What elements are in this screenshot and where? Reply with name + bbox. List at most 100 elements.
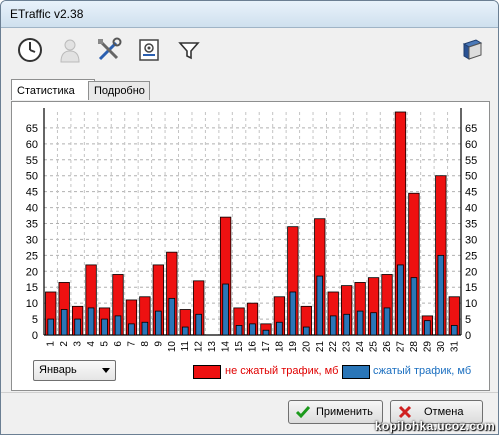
y-tick-label-right: 35 [465,219,477,231]
y-tick-label-right: 45 [465,187,477,199]
x-tick-label: 4 [86,341,97,347]
tools-icon[interactable] [95,36,123,64]
title-bar[interactable]: ETraffic v2.38 [1,1,498,28]
watermark: kopilohka.ucoz.com [374,419,495,433]
y-tick-label-left: 50 [26,171,38,183]
statistics-panel: 0 0 5 5 10 10 15 15 20 20 25 25 30 30 35 35 40 40 45 45 50 50… [11,101,490,391]
x-tick-label: 8 [140,341,151,347]
tab-statistics-label: Статистика [17,85,75,97]
y-tick-label-right: 5 [465,314,471,326]
clock-icon[interactable] [16,36,44,64]
x-tick-label: 18 [274,341,285,353]
y-tick-label-left: 20 [26,266,38,278]
app-window: ETraffic v2.38 Статистика Подробно 0 0 5… [0,0,499,435]
x-tick-label: 16 [248,341,259,353]
y-tick-label-right: 30 [465,234,477,246]
y-tick-label-left: 60 [26,139,38,151]
bar-compressed [222,283,229,336]
x-tick-label: 24 [355,341,366,353]
bar-compressed [450,325,458,336]
book-icon[interactable] [458,36,486,64]
x-tick-label: 23 [342,341,353,353]
y-tick-label-right: 40 [465,203,477,215]
x-tick-label: 12 [194,341,205,353]
x-tick-label: 27 [395,341,406,353]
x-tick-label: 5 [100,341,111,347]
traffic-chart: 0 05 510 1015 1520 2025 2530 3035 3540 4045 4550 50… [26,108,477,353]
bar-compressed [424,320,431,336]
y-tick-label-right: 10 [465,298,477,310]
tab-details-label: Подробно [94,85,145,97]
bar-compressed [74,318,81,336]
month-select[interactable]: Январь [33,360,116,381]
divider [1,392,498,393]
chevron-down-icon [102,368,110,373]
window-title: ETraffic v2.38 [10,7,84,21]
y-tick-label-left: 25 [26,250,38,262]
email-icon[interactable] [135,36,163,64]
bar-compressed [101,318,108,336]
y-tick-label-right: 20 [465,266,477,278]
y-tick-label-right: 15 [465,282,477,294]
bar-compressed [316,275,324,336]
legend-swatch-compressed [342,365,370,379]
checkmark-icon [295,406,311,419]
y-tick-label-left: 35 [26,219,38,231]
bar-compressed [249,323,256,336]
legend-label-compressed: сжатый трафик, мб [373,365,472,377]
tab-statistics[interactable]: Статистика [11,79,95,100]
x-tick-label: 20 [301,341,312,353]
x-tick-label: 25 [369,341,380,353]
x-tick-label: 6 [113,341,124,347]
filter-icon[interactable] [175,36,203,64]
x-tick-label: 15 [234,341,245,353]
bar-compressed [141,321,149,336]
y-tick-label-left: 0 [32,330,38,342]
bar-compressed [289,291,297,336]
x-tick-label: 11 [180,341,191,352]
bar-compressed [195,313,202,336]
bar-compressed [128,323,135,336]
bar-compressed [370,312,377,336]
legend-label-uncompressed: не сжатый трафик, мб [225,365,339,377]
bar-compressed [276,321,283,336]
bar-compressed [47,318,55,336]
x-tick-label: 28 [409,341,420,353]
x-tick-label: 19 [288,341,299,353]
cancel-button-label: Отмена [424,406,464,418]
x-tick-label: 1 [46,341,57,347]
user-icon[interactable] [56,36,84,64]
y-tick-label-left: 10 [26,298,38,310]
bar-compressed [397,264,404,336]
y-tick-label-left: 40 [26,203,38,215]
y-tick-label-right: 65 [465,123,477,135]
legend-swatch-uncompressed [193,365,221,379]
x-tick-label: 17 [261,341,272,353]
y-tick-label-left: 15 [26,282,38,294]
x-tick-label: 2 [59,341,70,347]
month-select-value: Январь [39,364,77,376]
x-tick-label: 21 [315,341,326,353]
y-tick-label-right: 25 [465,250,477,262]
tab-details[interactable]: Подробно [88,81,150,100]
bar-compressed [181,326,189,336]
bar-compressed [303,326,310,336]
x-tick-label: 7 [126,341,137,347]
y-tick-label-right: 55 [465,155,477,167]
x-tick-label: 26 [382,341,393,353]
x-tick-label: 31 [449,341,460,353]
bar-compressed [410,277,418,336]
x-tick-label: 3 [73,341,84,347]
y-tick-label-left: 5 [32,314,38,326]
apply-button-label: Применить [316,406,373,418]
y-tick-label-left: 30 [26,234,38,246]
x-tick-label: 22 [328,341,339,353]
y-tick-label-left: 45 [26,187,38,199]
bar-compressed [168,297,176,336]
toolbar [1,28,498,72]
bar-compressed [383,307,391,336]
y-tick-label-right: 0 [465,330,471,342]
y-tick-label-left: 65 [26,123,38,135]
bar-compressed [155,310,162,336]
apply-button[interactable]: Применить [288,400,383,424]
